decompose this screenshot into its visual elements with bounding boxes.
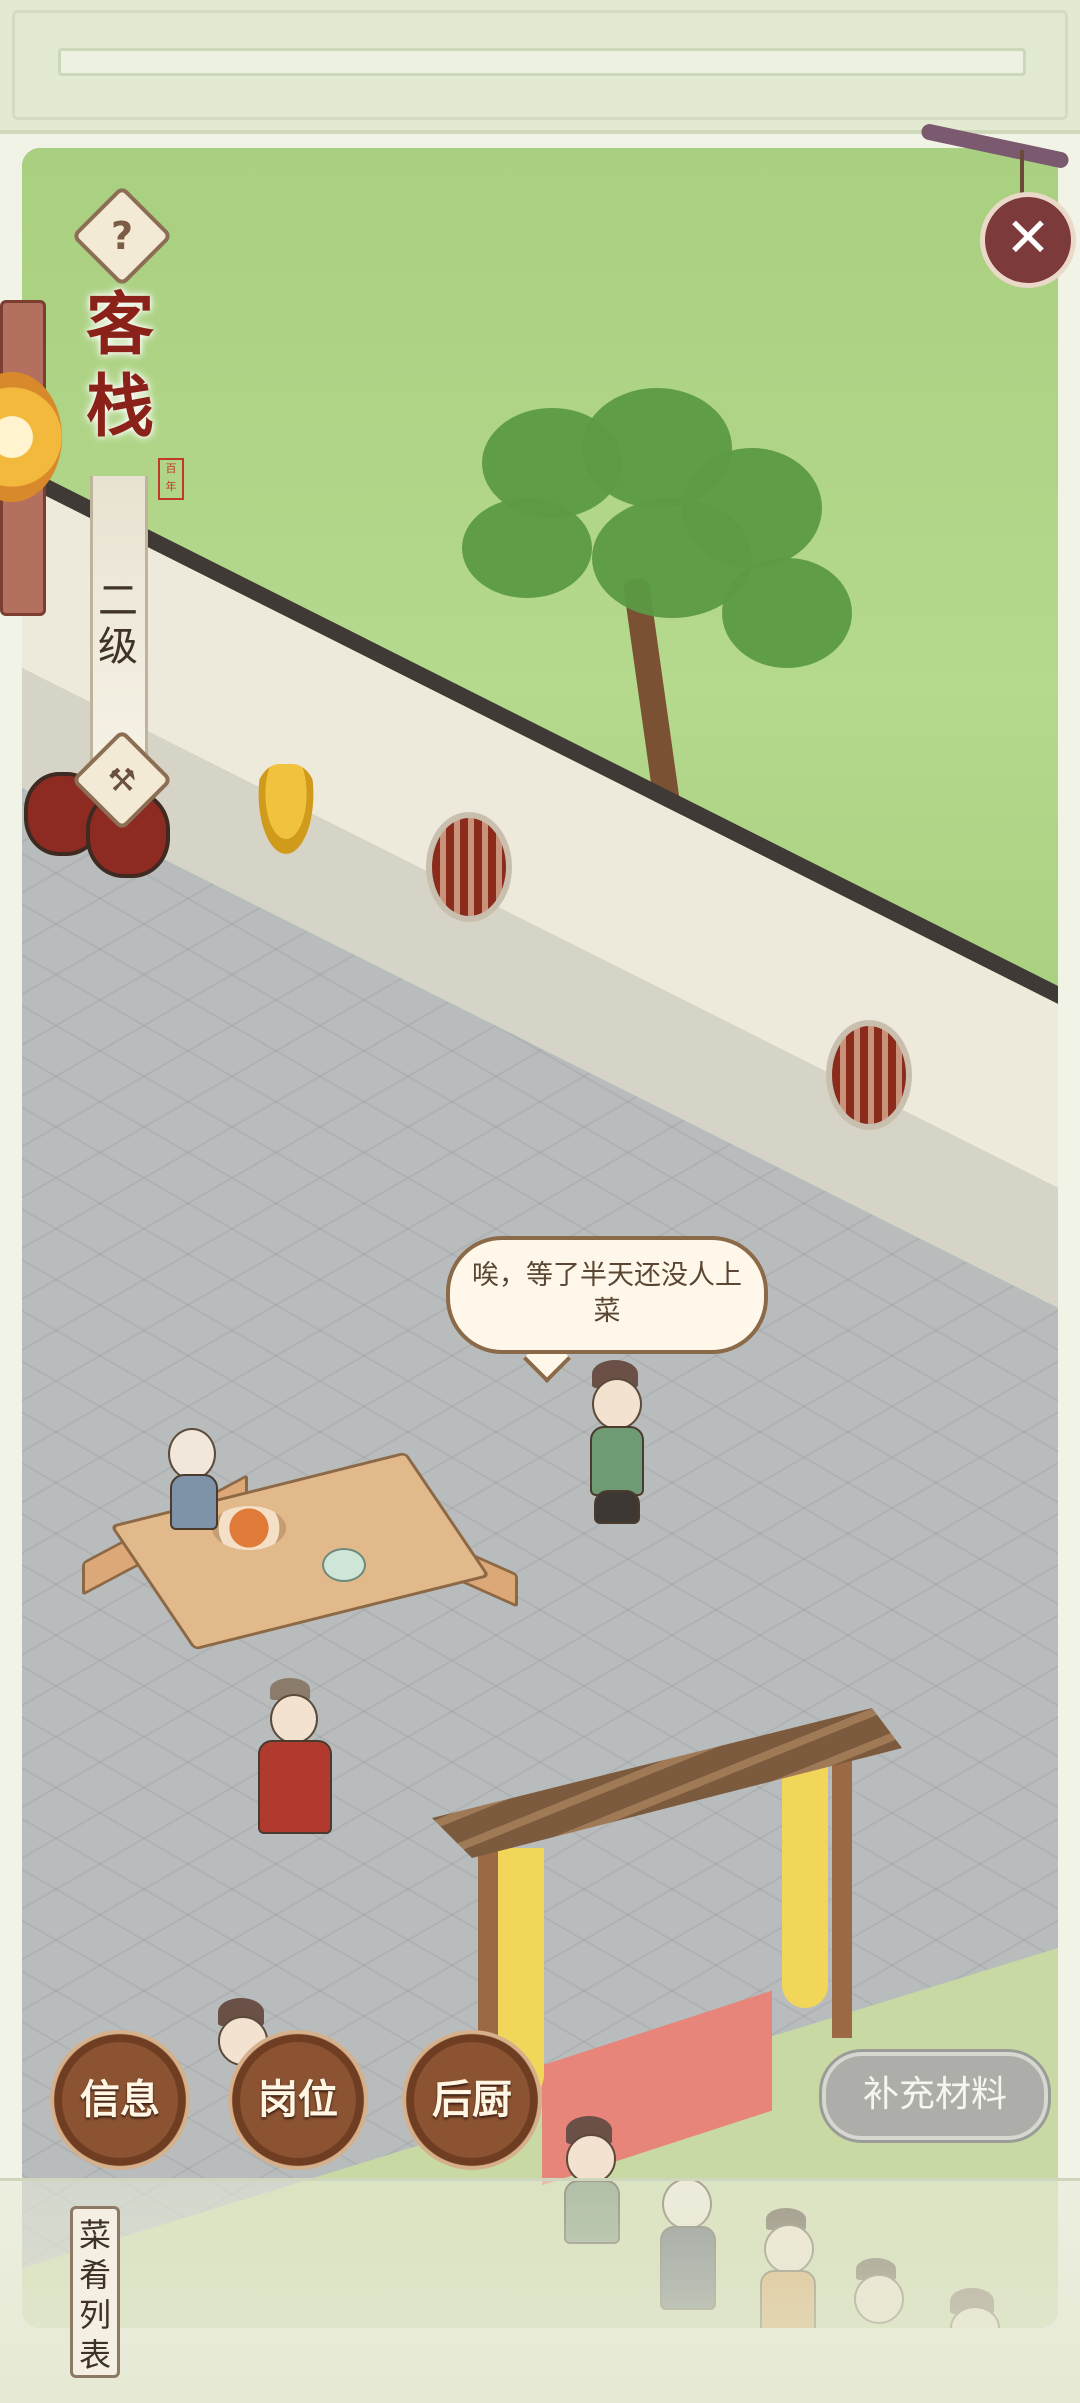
innkeeper-lady[interactable] — [248, 1678, 338, 1848]
post-button[interactable]: 岗位 — [228, 2030, 368, 2170]
character-head — [270, 1694, 318, 1744]
tree-leaves — [462, 498, 592, 598]
speech-bubble: 唉，等了半天还没人上菜 — [446, 1236, 768, 1354]
hammer-icon: ⚒ — [107, 761, 137, 799]
top-banner — [0, 0, 1080, 134]
page-title-char: 客 — [85, 285, 154, 365]
lantern-string — [1020, 150, 1024, 196]
character-legs — [594, 1490, 640, 1524]
help-icon: ? — [110, 214, 134, 258]
character-head — [168, 1428, 216, 1480]
dish-plate — [212, 1506, 286, 1550]
top-banner-bar — [58, 48, 1026, 76]
character-body — [258, 1740, 332, 1834]
red-seal-stamp: 百年 — [158, 458, 184, 500]
hanging-corn — [254, 764, 318, 864]
yellow-curtain — [782, 1758, 828, 2008]
dish-list-tab[interactable]: 菜肴列表 — [70, 2206, 120, 2378]
supplement-materials-button[interactable]: 补充材料 — [822, 2052, 1048, 2140]
tree-leaves — [722, 558, 852, 668]
page-title-char: 栈 — [85, 367, 154, 447]
kitchen-button[interactable]: 后厨 — [402, 2030, 542, 2170]
character-head — [592, 1378, 642, 1430]
teapot — [322, 1548, 366, 1582]
level-label: 二级 — [98, 578, 138, 670]
close-button[interactable]: ✕ — [980, 192, 1076, 288]
character-body — [170, 1474, 218, 1530]
round-lattice-window — [426, 812, 512, 922]
customer-elder[interactable] — [162, 1428, 222, 1548]
page-title: 客 栈 — [70, 284, 170, 448]
bottom-panel — [0, 2178, 1080, 2403]
character-head — [566, 2134, 616, 2184]
waiting-customer[interactable] — [578, 1360, 648, 1560]
pavilion-post — [832, 1738, 852, 2038]
info-button[interactable]: 信息 — [50, 2030, 190, 2170]
round-lattice-window — [826, 1020, 912, 1130]
character-body — [590, 1426, 644, 1496]
